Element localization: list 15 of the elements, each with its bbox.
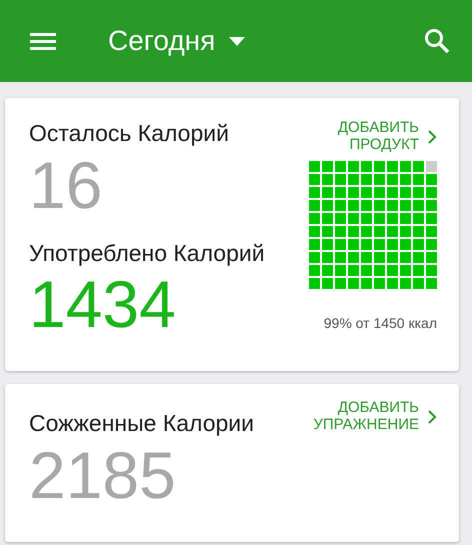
add-food-link[interactable]: ДОБАВИТЬ ПРОДУКТ bbox=[309, 120, 437, 153]
remaining-label: Осталось Калорий bbox=[29, 120, 230, 148]
caret-icon bbox=[229, 36, 246, 46]
burned-label: Сожженные Калории bbox=[29, 410, 255, 438]
search-button[interactable] bbox=[424, 28, 450, 54]
chevron-icon bbox=[427, 408, 437, 424]
consumed-value: 1434 bbox=[29, 271, 177, 338]
chevron-icon bbox=[427, 128, 437, 144]
consumed-label: Употреблено Калорий bbox=[29, 240, 266, 268]
add-exercise-link[interactable]: ДОБАВИТЬ УПРАЖНЕНИЕ bbox=[279, 400, 437, 433]
percent-text: 99% от 1450 ккал bbox=[324, 314, 437, 333]
menu-button[interactable] bbox=[30, 31, 56, 51]
remaining-value: 16 bbox=[29, 152, 104, 218]
burned-value: 2185 bbox=[29, 442, 177, 508]
date-dropdown[interactable]: Сегодня bbox=[108, 20, 246, 62]
